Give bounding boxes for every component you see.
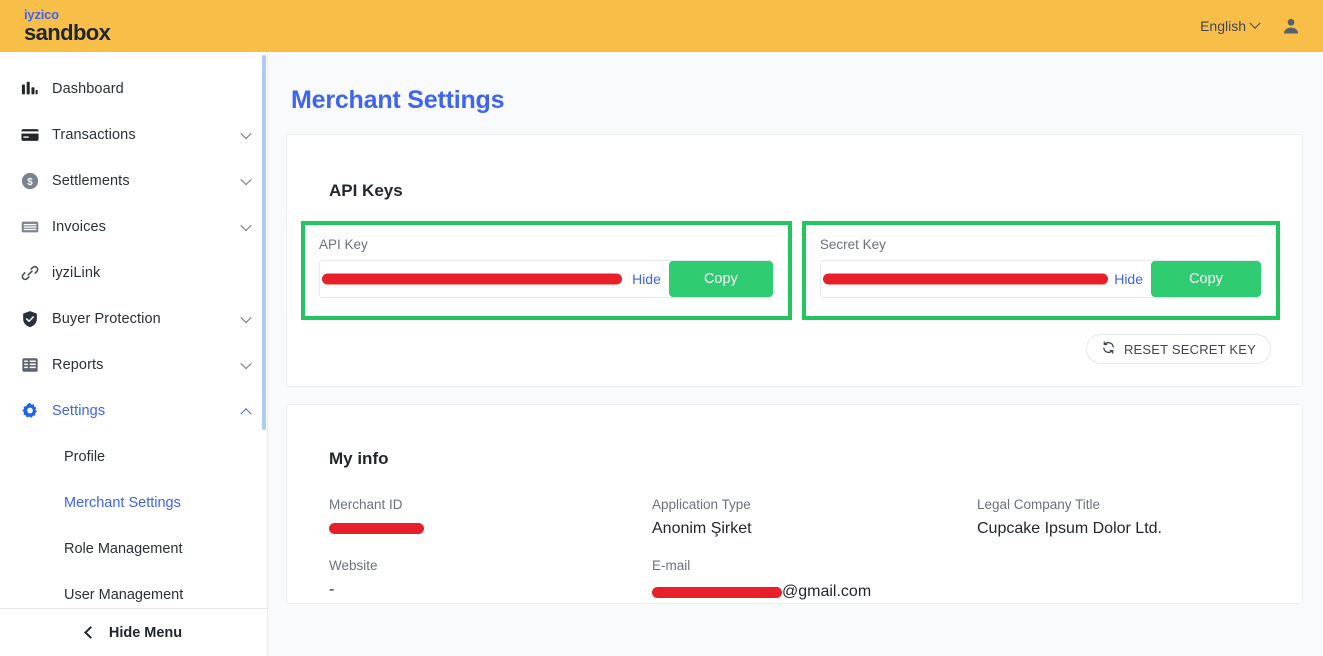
field-email: E-mail @gmail.com bbox=[652, 558, 977, 603]
main-content: Merchant Settings API Keys API Key Hide … bbox=[268, 52, 1323, 656]
reset-secret-key-row: RESET SECRET KEY bbox=[287, 334, 1302, 364]
sidebar-item-iyzilink[interactable]: iyziLink bbox=[0, 250, 268, 296]
refresh-icon bbox=[1101, 340, 1116, 358]
chevron-down-icon bbox=[1249, 18, 1260, 29]
reset-secret-key-label: RESET SECRET KEY bbox=[1124, 342, 1256, 357]
chevron-down-icon bbox=[240, 220, 251, 231]
merchant-id-redaction-bar bbox=[329, 523, 424, 534]
sidebar-item-label: Reports bbox=[52, 357, 103, 373]
sidebar-scrollbar-thumb[interactable] bbox=[262, 55, 266, 430]
sidebar-item-settlements[interactable]: $ Settlements bbox=[0, 158, 268, 204]
email-redaction-bar bbox=[652, 587, 782, 598]
top-bar-right: English bbox=[1200, 16, 1301, 36]
my-info-card: My info Merchant ID Application Type Ano… bbox=[286, 404, 1303, 604]
sidebar-subitem-merchant-settings[interactable]: Merchant Settings bbox=[0, 480, 268, 526]
field-application-type: Application Type Anonim Şirket bbox=[652, 497, 977, 542]
field-value: Cupcake Ipsum Dolor Ltd. bbox=[977, 520, 1302, 542]
chevron-up-icon bbox=[240, 408, 251, 419]
field-website: Website - bbox=[329, 558, 652, 603]
api-key-copy-button[interactable]: Copy bbox=[669, 261, 773, 297]
my-info-grid: Merchant ID Application Type Anonim Şirk… bbox=[287, 469, 1302, 603]
api-key-hide-link[interactable]: Hide bbox=[626, 271, 661, 287]
sidebar-item-invoices[interactable]: Invoices bbox=[0, 204, 268, 250]
field-label: Legal Company Title bbox=[977, 497, 1302, 512]
secret-key-highlight-box: Secret Key Hide Copy bbox=[802, 221, 1280, 320]
hide-menu-label: Hide Menu bbox=[109, 625, 182, 641]
api-keys-row: API Key Hide Copy Secret Key bbox=[287, 201, 1302, 356]
chevron-down-icon bbox=[240, 174, 251, 185]
chevron-left-icon bbox=[84, 626, 97, 639]
sidebar-item-label: Invoices bbox=[52, 219, 106, 235]
api-key-input-group: Hide Copy bbox=[319, 260, 774, 298]
chevron-down-icon bbox=[240, 128, 251, 139]
chevron-down-icon bbox=[240, 312, 251, 323]
bar-chart-icon bbox=[20, 79, 40, 99]
sidebar-item-settings[interactable]: Settings bbox=[0, 388, 268, 434]
language-label: English bbox=[1200, 18, 1246, 34]
svg-text:$: $ bbox=[27, 177, 33, 188]
sidebar-item-label: Settings bbox=[52, 403, 105, 419]
sidebar-item-label: Dashboard bbox=[52, 81, 124, 97]
app-root: iyzico sandbox English bbox=[0, 0, 1323, 656]
secret-key-redaction-bar bbox=[823, 274, 1108, 285]
hide-menu-button[interactable]: Hide Menu bbox=[0, 608, 268, 656]
field-merchant-id: Merchant ID bbox=[329, 497, 652, 542]
field-label: E-mail bbox=[652, 558, 977, 573]
invoice-icon bbox=[20, 217, 40, 237]
secret-key-input-group: Hide Copy bbox=[820, 260, 1262, 298]
field-value bbox=[329, 520, 652, 542]
field-label: Website bbox=[329, 558, 652, 573]
shield-check-icon bbox=[20, 309, 40, 329]
top-bar: iyzico sandbox English bbox=[0, 0, 1323, 52]
field-label: Application Type bbox=[652, 497, 977, 512]
email-value: @gmail.com bbox=[782, 583, 871, 601]
api-keys-section-title: API Keys bbox=[287, 135, 1302, 201]
field-value: @gmail.com bbox=[652, 581, 977, 603]
sidebar-item-label: iyziLink bbox=[52, 265, 100, 281]
sidebar-item-label: Transactions bbox=[52, 127, 136, 143]
secret-key-hide-link[interactable]: Hide bbox=[1108, 271, 1143, 287]
sidebar-item-buyer-protection[interactable]: Buyer Protection bbox=[0, 296, 268, 342]
sidebar-subitem-profile[interactable]: Profile bbox=[0, 434, 268, 480]
brand-logo-sandbox: sandbox bbox=[24, 22, 110, 44]
dollar-circle-icon: $ bbox=[20, 171, 40, 191]
brand-logo[interactable]: iyzico sandbox bbox=[24, 8, 110, 44]
sidebar: Dashboard Transactions $ bbox=[0, 52, 268, 656]
my-info-section-title: My info bbox=[287, 405, 1302, 469]
page-title: Merchant Settings bbox=[291, 86, 1323, 115]
field-value: - bbox=[329, 581, 652, 603]
field-value: Anonim Şirket bbox=[652, 520, 977, 542]
api-key-input[interactable]: Hide bbox=[320, 261, 669, 297]
field-empty bbox=[977, 558, 1302, 603]
api-key-label: API Key bbox=[319, 237, 774, 252]
chevron-down-icon bbox=[240, 358, 251, 369]
sidebar-subitem-role-management[interactable]: Role Management bbox=[0, 526, 268, 572]
sidebar-item-reports[interactable]: Reports bbox=[0, 342, 268, 388]
sidebar-item-label: Settlements bbox=[52, 173, 130, 189]
credit-card-icon bbox=[20, 125, 40, 145]
secret-key-copy-button[interactable]: Copy bbox=[1151, 261, 1261, 297]
api-key-redaction-bar bbox=[322, 274, 622, 285]
gear-icon bbox=[20, 401, 40, 421]
language-selector[interactable]: English bbox=[1200, 18, 1259, 34]
sidebar-item-label: Buyer Protection bbox=[52, 311, 161, 327]
secret-key-label: Secret Key bbox=[820, 237, 1262, 252]
sidebar-item-dashboard[interactable]: Dashboard bbox=[0, 66, 268, 112]
link-icon bbox=[20, 263, 40, 283]
api-keys-card: API Keys API Key Hide Copy Secret Key bbox=[286, 134, 1303, 387]
table-icon bbox=[20, 355, 40, 375]
sidebar-item-transactions[interactable]: Transactions bbox=[0, 112, 268, 158]
secret-key-input[interactable]: Hide bbox=[821, 261, 1151, 297]
field-label: Merchant ID bbox=[329, 497, 652, 512]
field-legal-company-title: Legal Company Title Cupcake Ipsum Dolor … bbox=[977, 497, 1302, 542]
user-account-icon[interactable] bbox=[1281, 16, 1301, 36]
sidebar-scroll-area: Dashboard Transactions $ bbox=[0, 52, 268, 608]
api-key-highlight-box: API Key Hide Copy bbox=[301, 221, 792, 320]
reset-secret-key-button[interactable]: RESET SECRET KEY bbox=[1086, 334, 1271, 364]
